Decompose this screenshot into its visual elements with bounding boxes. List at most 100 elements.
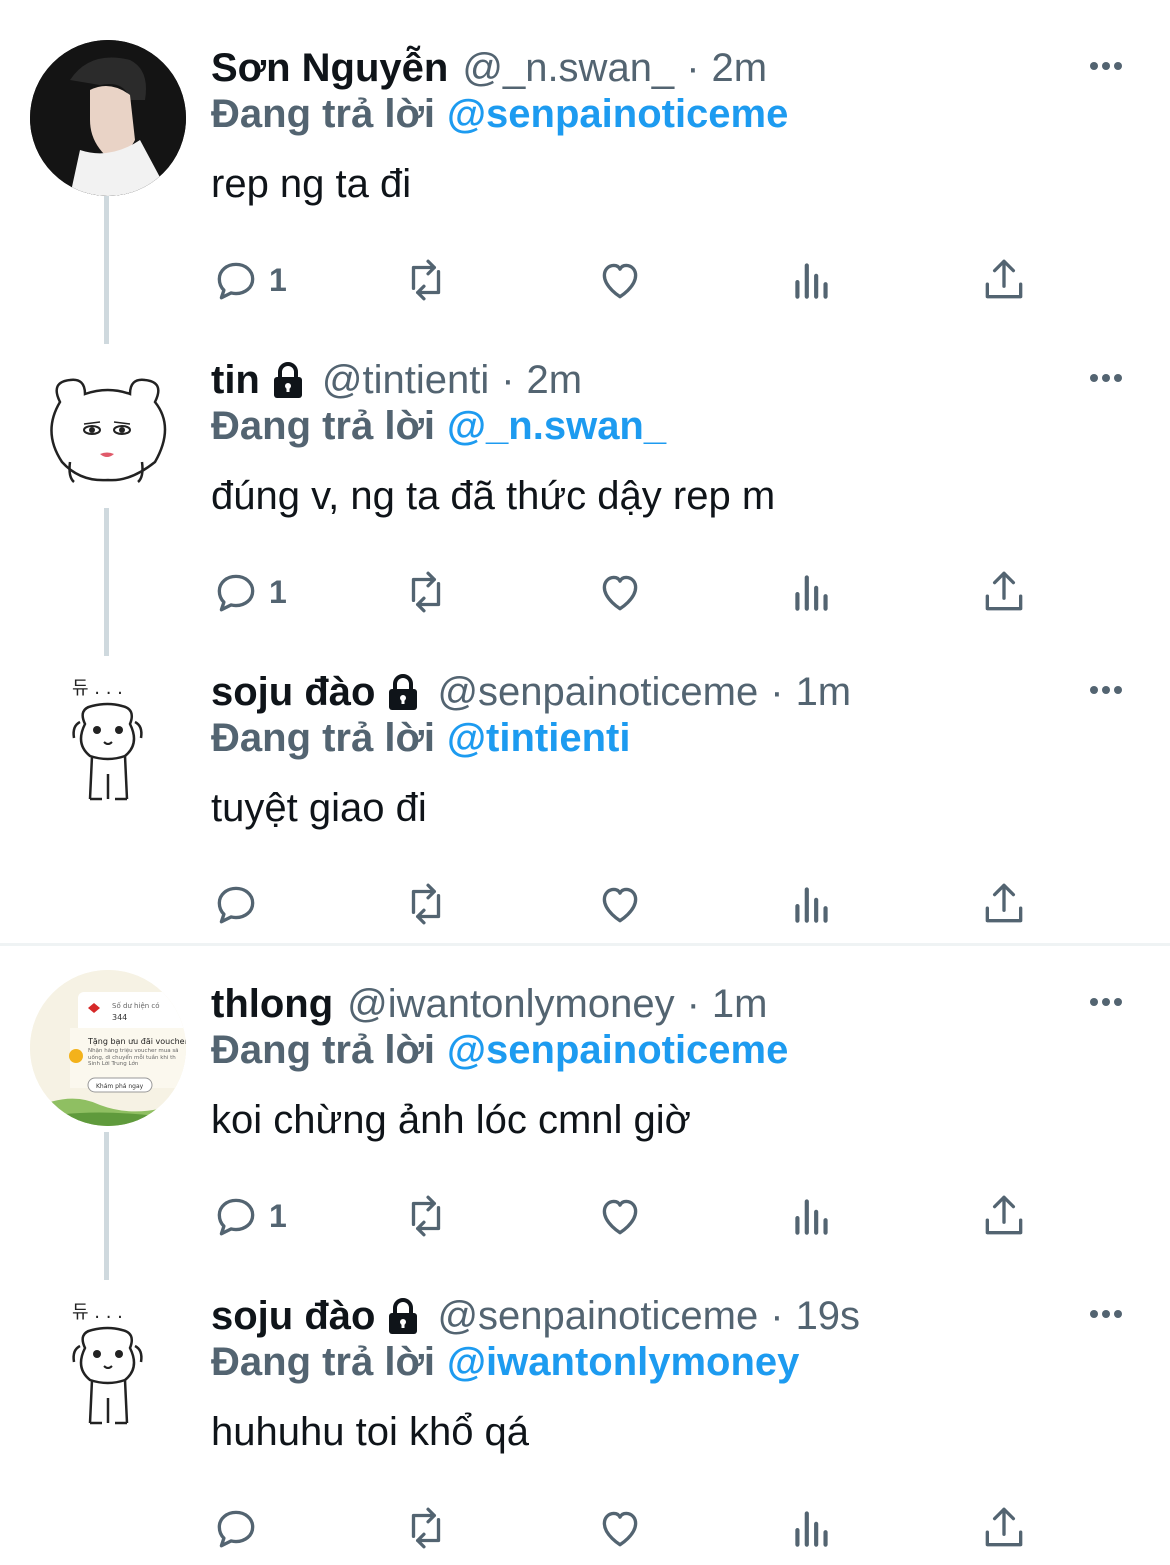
views-button[interactable]	[787, 562, 837, 622]
replying-label: Đang trả lời	[211, 716, 436, 760]
separator-dot: ·	[686, 45, 700, 90]
retweet-icon	[411, 259, 441, 301]
share-icon	[985, 1195, 1023, 1235]
tweet-header: Sơn Nguyễn @_n.swan_ · 2m	[211, 40, 767, 96]
user-handle[interactable]: @tintienti	[322, 358, 489, 403]
share-button[interactable]	[979, 1498, 1029, 1558]
avatar-banner-button: Khám phá ngay	[96, 1083, 144, 1090]
avatar[interactable]	[30, 40, 186, 196]
reply-button[interactable]: 1	[211, 250, 287, 310]
replying-to: Đang trả lời @senpainoticeme	[211, 92, 788, 137]
lock-icon	[268, 360, 308, 400]
replying-mention[interactable]: @tintienti	[447, 716, 630, 760]
reply-count: 1	[269, 261, 287, 298]
separator-dot: ·	[770, 1293, 784, 1338]
retweet-icon	[411, 1195, 441, 1237]
timestamp[interactable]: 1m	[712, 982, 768, 1027]
reply-icon	[217, 574, 255, 612]
tweet-text: huhuhu toi khổ qá	[211, 1410, 530, 1454]
replying-mention[interactable]: @senpainoticeme	[447, 92, 788, 136]
action-bar: 1	[211, 562, 1031, 622]
separator-dot: ·	[686, 981, 700, 1026]
like-button[interactable]	[595, 250, 645, 310]
views-button[interactable]	[787, 1498, 837, 1558]
replying-mention[interactable]: @senpainoticeme	[447, 1028, 788, 1072]
share-button[interactable]	[979, 562, 1029, 622]
tweet-text: rep ng ta đi	[211, 162, 412, 206]
share-icon	[985, 571, 1023, 611]
retweet-button[interactable]	[401, 1498, 451, 1558]
display-name[interactable]: soju đào	[211, 670, 375, 715]
reply-button[interactable]: 1	[211, 1186, 287, 1246]
views-icon	[795, 575, 828, 611]
share-icon	[985, 1507, 1023, 1547]
timestamp[interactable]: 1m	[796, 670, 852, 715]
views-icon	[795, 1199, 828, 1235]
like-icon	[602, 575, 638, 611]
replying-to: Đang trả lời @_n.swan_	[211, 404, 666, 449]
views-button[interactable]	[787, 1186, 837, 1246]
more-icon[interactable]	[1086, 358, 1126, 398]
thread-line	[104, 196, 109, 344]
user-handle[interactable]: @_n.swan_	[462, 46, 674, 91]
like-button[interactable]	[595, 1186, 645, 1246]
reply-button[interactable]	[211, 1498, 269, 1558]
display-name[interactable]: tin	[211, 358, 260, 403]
avatar[interactable]	[30, 352, 186, 508]
reply-icon	[217, 1510, 255, 1548]
display-name[interactable]: soju đào	[211, 1294, 375, 1339]
share-button[interactable]	[979, 1186, 1029, 1246]
retweet-icon	[411, 883, 441, 925]
retweet-icon	[411, 571, 441, 613]
display-name[interactable]: thlong	[211, 982, 333, 1027]
like-button[interactable]	[595, 1498, 645, 1558]
more-icon[interactable]	[1086, 46, 1126, 86]
reply-count: 1	[269, 1197, 287, 1234]
avatar[interactable]: 듀 . . .	[30, 1288, 186, 1444]
retweet-button[interactable]	[401, 250, 451, 310]
tweet-header: soju đào @senpainoticeme · 19s	[211, 1288, 860, 1344]
user-handle[interactable]: @senpainoticeme	[437, 670, 758, 715]
retweet-icon	[411, 1507, 441, 1549]
tweet-header: soju đào @senpainoticeme · 1m	[211, 664, 851, 720]
replying-mention[interactable]: @_n.swan_	[447, 404, 666, 448]
timestamp[interactable]: 2m	[527, 358, 583, 403]
thread-line	[104, 508, 109, 656]
avatar[interactable]: 듀 . . .	[30, 664, 186, 820]
retweet-button[interactable]	[401, 874, 451, 934]
retweet-button[interactable]	[401, 562, 451, 622]
replying-label: Đang trả lời	[211, 1340, 436, 1384]
replying-mention[interactable]: @iwantonlymoney	[447, 1340, 799, 1384]
views-icon	[795, 1511, 828, 1547]
share-icon	[985, 883, 1023, 923]
avatar-scribble-text: 듀 . . .	[72, 678, 123, 699]
like-button[interactable]	[595, 874, 645, 934]
user-handle[interactable]: @iwantonlymoney	[347, 982, 674, 1027]
share-button[interactable]	[979, 250, 1029, 310]
views-button[interactable]	[787, 250, 837, 310]
reply-button[interactable]: 1	[211, 562, 287, 622]
thread-line	[104, 1132, 109, 1280]
tweet-header: thlong @iwantonlymoney · 1m	[211, 976, 768, 1032]
user-handle[interactable]: @senpainoticeme	[437, 1294, 758, 1339]
more-icon[interactable]	[1086, 1294, 1126, 1334]
action-bar: 1	[211, 250, 1031, 310]
avatar[interactable]: Số dư hiện có 344 Tặng bạn ưu đãi vouche…	[30, 970, 186, 1126]
tweet-text: đúng v, ng ta đã thức dậy rep m	[211, 474, 776, 518]
timestamp[interactable]: 19s	[796, 1294, 861, 1339]
reply-button[interactable]	[211, 874, 269, 934]
views-button[interactable]	[787, 874, 837, 934]
like-icon	[602, 1199, 638, 1235]
more-icon[interactable]	[1086, 982, 1126, 1022]
thread-divider	[0, 943, 1170, 946]
display-name[interactable]: Sơn Nguyễn	[211, 46, 448, 91]
avatar-banner-description: Nhận hàng triệu voucher mua sắ uống, di …	[88, 1048, 179, 1068]
like-button[interactable]	[595, 562, 645, 622]
share-button[interactable]	[979, 874, 1029, 934]
timestamp[interactable]: 2m	[712, 46, 768, 91]
replying-label: Đang trả lời	[211, 404, 436, 448]
retweet-button[interactable]	[401, 1186, 451, 1246]
separator-dot: ·	[501, 357, 515, 402]
tweet-text: koi chừng ảnh lóc cmnl giờ	[211, 1098, 691, 1142]
more-icon[interactable]	[1086, 670, 1126, 710]
